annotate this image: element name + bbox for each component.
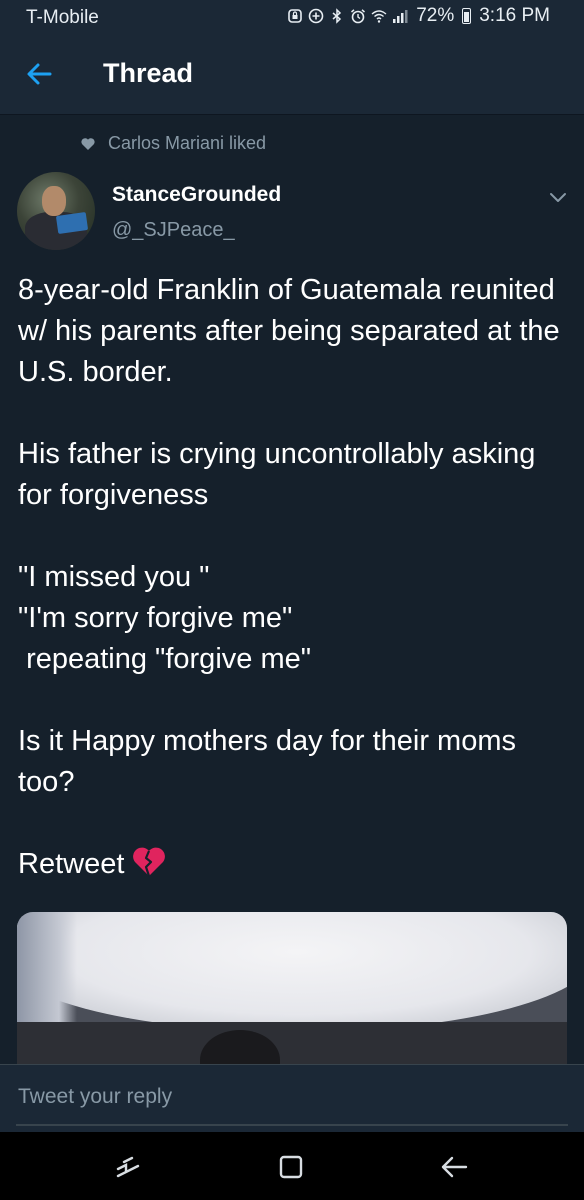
social-context[interactable]: Carlos Mariani liked bbox=[80, 133, 266, 154]
bluetooth-icon bbox=[332, 8, 342, 24]
status-bar: T-Mobile 72% 3:16 PM bbox=[0, 0, 584, 34]
chevron-down-icon[interactable] bbox=[547, 186, 569, 208]
carrier-name: T-Mobile bbox=[26, 7, 99, 28]
alarm-icon bbox=[351, 9, 366, 24]
heart-icon bbox=[81, 137, 95, 150]
back-icon[interactable] bbox=[437, 1150, 471, 1184]
author-handle: @_SJPeace_ bbox=[112, 219, 235, 241]
signal-icon bbox=[393, 10, 408, 23]
broken-heart-icon bbox=[133, 847, 166, 877]
status-indicators: 72% 3:16 PM bbox=[287, 5, 550, 27]
lock-icon bbox=[288, 9, 303, 23]
app-header: Thread bbox=[0, 34, 584, 115]
tweet-body: 8-year-old Franklin of Guatemala reunite… bbox=[18, 274, 560, 880]
android-nav-bar bbox=[0, 1132, 584, 1200]
avatar[interactable] bbox=[17, 172, 95, 250]
tweet-media-image[interactable] bbox=[17, 912, 567, 1064]
reply-bar: Tweet your reply bbox=[0, 1064, 584, 1133]
recent-apps-icon[interactable] bbox=[111, 1150, 145, 1184]
home-icon[interactable] bbox=[274, 1150, 308, 1184]
wifi-icon bbox=[371, 10, 387, 23]
battery-percent: 72% bbox=[416, 5, 455, 26]
back-arrow-icon[interactable] bbox=[22, 56, 58, 92]
data-saver-icon bbox=[308, 8, 324, 24]
reply-underline bbox=[16, 1124, 568, 1126]
tweet-text: 8-year-old Franklin of Guatemala reunite… bbox=[18, 270, 568, 885]
reply-input[interactable]: Tweet your reply bbox=[18, 1085, 566, 1115]
clock: 3:16 PM bbox=[479, 5, 550, 26]
author-name[interactable]: StanceGrounded bbox=[112, 183, 281, 207]
battery-icon bbox=[462, 8, 472, 24]
page-title: Thread bbox=[103, 58, 194, 88]
liked-by-label: Carlos Mariani liked bbox=[108, 133, 267, 153]
